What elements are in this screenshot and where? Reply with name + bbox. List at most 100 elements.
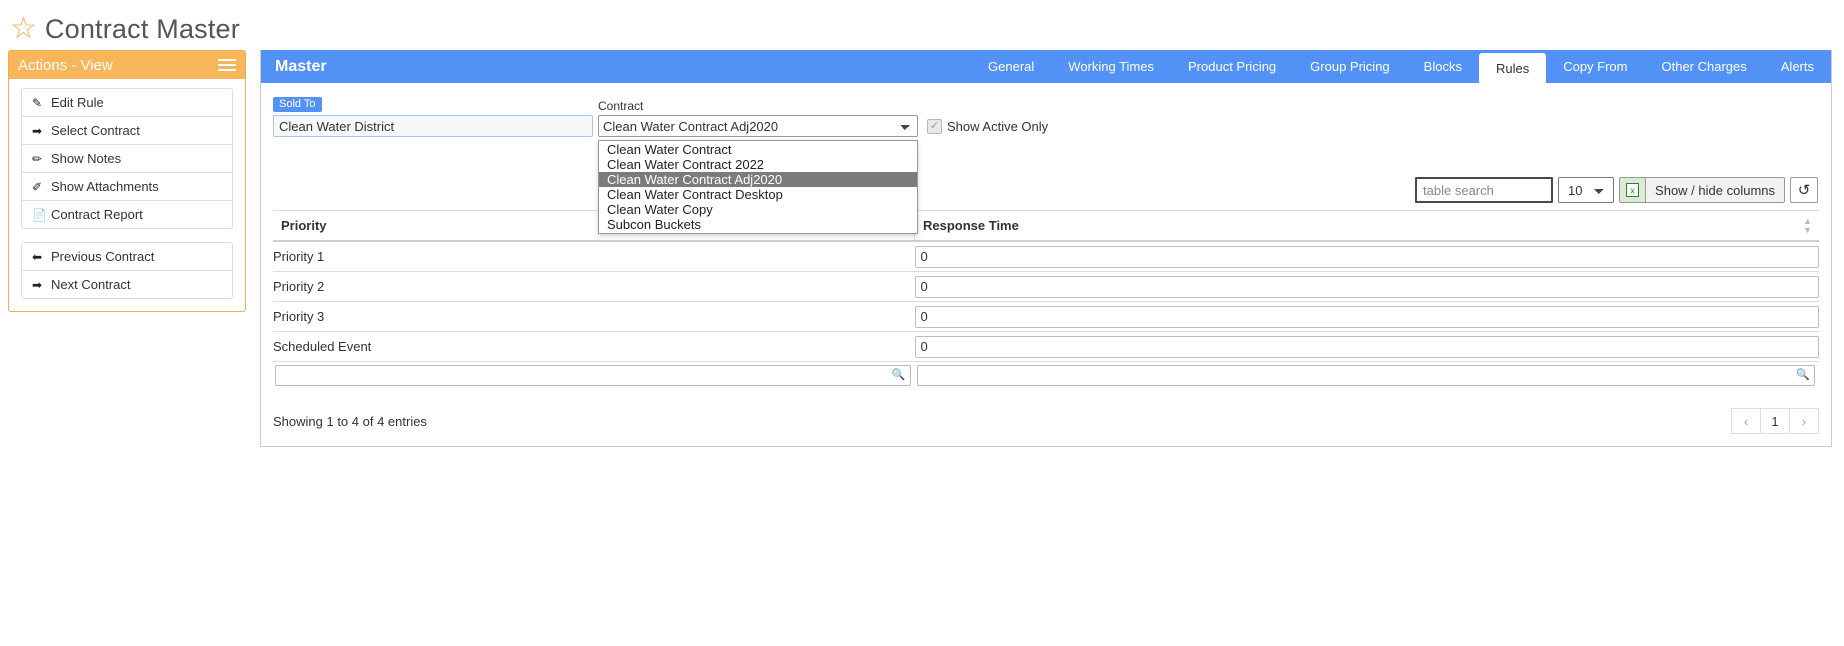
pagination-previous[interactable]: ‹: [1731, 408, 1761, 434]
sold-to-input[interactable]: [273, 115, 593, 137]
showing-entries-info: Showing 1 to 4 of 4 entries: [273, 413, 427, 429]
contract-field-group: Contract Clean Water Contract Adj2020 Cl…: [598, 99, 918, 234]
table-search-input[interactable]: [1415, 177, 1554, 203]
reset-icon[interactable]: ↺: [1790, 177, 1818, 203]
tab-alerts[interactable]: Alerts: [1764, 50, 1831, 83]
tab-other-charges[interactable]: Other Charges: [1645, 50, 1764, 83]
arrow-right-icon: ➡: [32, 277, 43, 292]
sidebar-header: Actions - View: [9, 51, 245, 79]
contract-option-2[interactable]: Clean Water Contract Adj2020: [599, 172, 917, 187]
tab-product-pricing[interactable]: Product Pricing: [1171, 50, 1293, 83]
sidebar-item-label: Edit Rule: [51, 95, 104, 110]
contract-label: Contract: [598, 99, 644, 113]
star-outline-icon[interactable]: ☆: [10, 14, 37, 44]
excel-glyph: x: [1626, 183, 1640, 197]
rules-table-head: Priority ▲▼ Response Time ▲▼: [273, 210, 1819, 242]
table-footer: Showing 1 to 4 of 4 entries ‹ 1 ›: [273, 408, 1819, 438]
tab-working-times[interactable]: Working Times: [1051, 50, 1171, 83]
cell-response-time: [914, 331, 1819, 362]
sidebar-item-label: Show Attachments: [51, 179, 159, 194]
panel-tabs: General Working Times Product Pricing Gr…: [971, 50, 1831, 83]
cell-response-time: [914, 271, 1819, 302]
cell-priority: Priority 2: [273, 271, 915, 302]
page-title: Contract Master: [44, 13, 240, 44]
response-time-input[interactable]: [914, 305, 1819, 328]
sidebar-item-show-notes[interactable]: ✏ Show Notes: [22, 145, 232, 173]
table-button-group: x Show / hide columns: [1619, 177, 1785, 203]
show-active-only-group[interactable]: ✓ Show Active Only: [927, 119, 1048, 137]
tab-rules[interactable]: Rules: [1478, 53, 1547, 83]
response-time-input[interactable]: [914, 245, 1819, 268]
rules-table-foot: 🔍 🔍: [273, 361, 1820, 388]
sidebar-item-edit-rule[interactable]: ✎ Edit Rule: [22, 89, 232, 117]
arrow-left-icon: ⬅: [32, 249, 43, 264]
sidebar-title: Actions - View: [18, 56, 113, 74]
note-edit-icon: ✏: [32, 151, 43, 166]
selector-row: Sold To Contract Clean Water Contract Ad…: [273, 93, 1819, 234]
contract-select[interactable]: Clean Water Contract Adj2020: [598, 115, 918, 137]
excel-export-icon[interactable]: x: [1619, 177, 1646, 203]
table-row: Priority 1: [273, 240, 1819, 272]
page-header: ☆ Contract Master: [0, 0, 1844, 46]
sold-to-badge: Sold To: [273, 97, 322, 112]
tab-general[interactable]: General: [971, 50, 1051, 83]
cell-priority: Priority 3: [273, 301, 915, 332]
sidebar-item-contract-report[interactable]: 📄 Contract Report: [22, 201, 232, 228]
sidebar-item-label: Next Contract: [51, 277, 131, 292]
table-toolbar: 10 x Show / hide columns ↺: [273, 177, 1819, 203]
contract-option-0[interactable]: Clean Water Contract: [599, 142, 917, 157]
cell-response-time: [914, 240, 1819, 272]
tab-group-pricing[interactable]: Group Pricing: [1293, 50, 1406, 83]
filter-wrap-priority: 🔍: [273, 363, 915, 388]
sidebar-item-previous-contract[interactable]: ⬅ Previous Contract: [22, 243, 232, 271]
priority-filter-input[interactable]: [275, 364, 911, 386]
tab-blocks[interactable]: Blocks: [1407, 50, 1479, 83]
show-hide-columns-button[interactable]: Show / hide columns: [1645, 177, 1785, 203]
contract-option-4[interactable]: Clean Water Copy: [599, 202, 917, 217]
tab-copy-from[interactable]: Copy From: [1546, 50, 1644, 83]
panel-title: Master: [275, 57, 327, 75]
page-size-select[interactable]: 10: [1558, 177, 1615, 203]
pencil-icon: ✎: [32, 95, 43, 110]
file-icon: 📄: [32, 207, 47, 222]
column-header-response-time[interactable]: Response Time ▲ ▼: [914, 210, 1819, 242]
panel-header: Master General Working Times Product Pri…: [261, 50, 1831, 83]
pagination-next[interactable]: ›: [1789, 408, 1819, 434]
sort-icon[interactable]: ▲▼: [1803, 216, 1812, 235]
table-header-row: Priority ▲▼ Response Time ▲▼: [273, 210, 1819, 242]
cell-priority: Priority 1: [273, 240, 915, 272]
contract-option-5[interactable]: Subcon Buckets: [599, 217, 917, 232]
filter-cell-response-time: 🔍: [914, 361, 1820, 388]
response-time-input[interactable]: [914, 335, 1819, 358]
show-active-only-checkbox[interactable]: ✓: [927, 119, 942, 134]
column-header-label: Response Time: [923, 218, 1019, 233]
cell-response-time: [914, 301, 1819, 332]
table-row: Priority 3: [273, 301, 1819, 332]
sidebar-body: ✎ Edit Rule ➡ Select Contract ✏ Show Not…: [9, 79, 245, 311]
cell-priority: Scheduled Event: [273, 331, 915, 362]
action-group-primary: ✎ Edit Rule ➡ Select Contract ✏ Show Not…: [21, 88, 233, 229]
paperclip-icon: ✐: [32, 179, 43, 194]
table-row: Priority 2: [273, 271, 1819, 302]
response-time-input[interactable]: [914, 275, 1819, 298]
table-row: Scheduled Event: [273, 331, 1819, 362]
sold-to-field-group: Sold To: [273, 95, 593, 137]
sidebar-item-label: Previous Contract: [51, 249, 155, 264]
page-layout: Actions - View ✎ Edit Rule ➡ Select Cont…: [0, 46, 1844, 447]
sidebar-item-label: Show Notes: [51, 151, 122, 166]
response-time-filter-input[interactable]: [916, 364, 1815, 386]
sidebar-item-next-contract[interactable]: ➡ Next Contract: [22, 271, 232, 298]
actions-sidebar: Actions - View ✎ Edit Rule ➡ Select Cont…: [8, 50, 246, 312]
column-header-label: Priority: [281, 218, 327, 233]
contract-option-3[interactable]: Clean Water Contract Desktop: [599, 187, 917, 202]
sidebar-item-show-attachments[interactable]: ✐ Show Attachments: [22, 173, 232, 201]
hamburger-icon[interactable]: [218, 59, 236, 71]
master-panel: Master General Working Times Product Pri…: [260, 50, 1832, 447]
sidebar-item-select-contract[interactable]: ➡ Select Contract: [22, 117, 232, 145]
rules-table-body: Priority 1 Priority 2 Prio: [273, 240, 1819, 362]
pin-icon: ➡: [32, 123, 43, 138]
contract-dropdown-list: Clean Water Contract Clean Water Contrac…: [598, 140, 918, 234]
contract-option-1[interactable]: Clean Water Contract 2022: [599, 157, 917, 172]
pagination-page-1[interactable]: 1: [1760, 408, 1790, 434]
filter-wrap-response-time: 🔍: [915, 363, 1820, 388]
